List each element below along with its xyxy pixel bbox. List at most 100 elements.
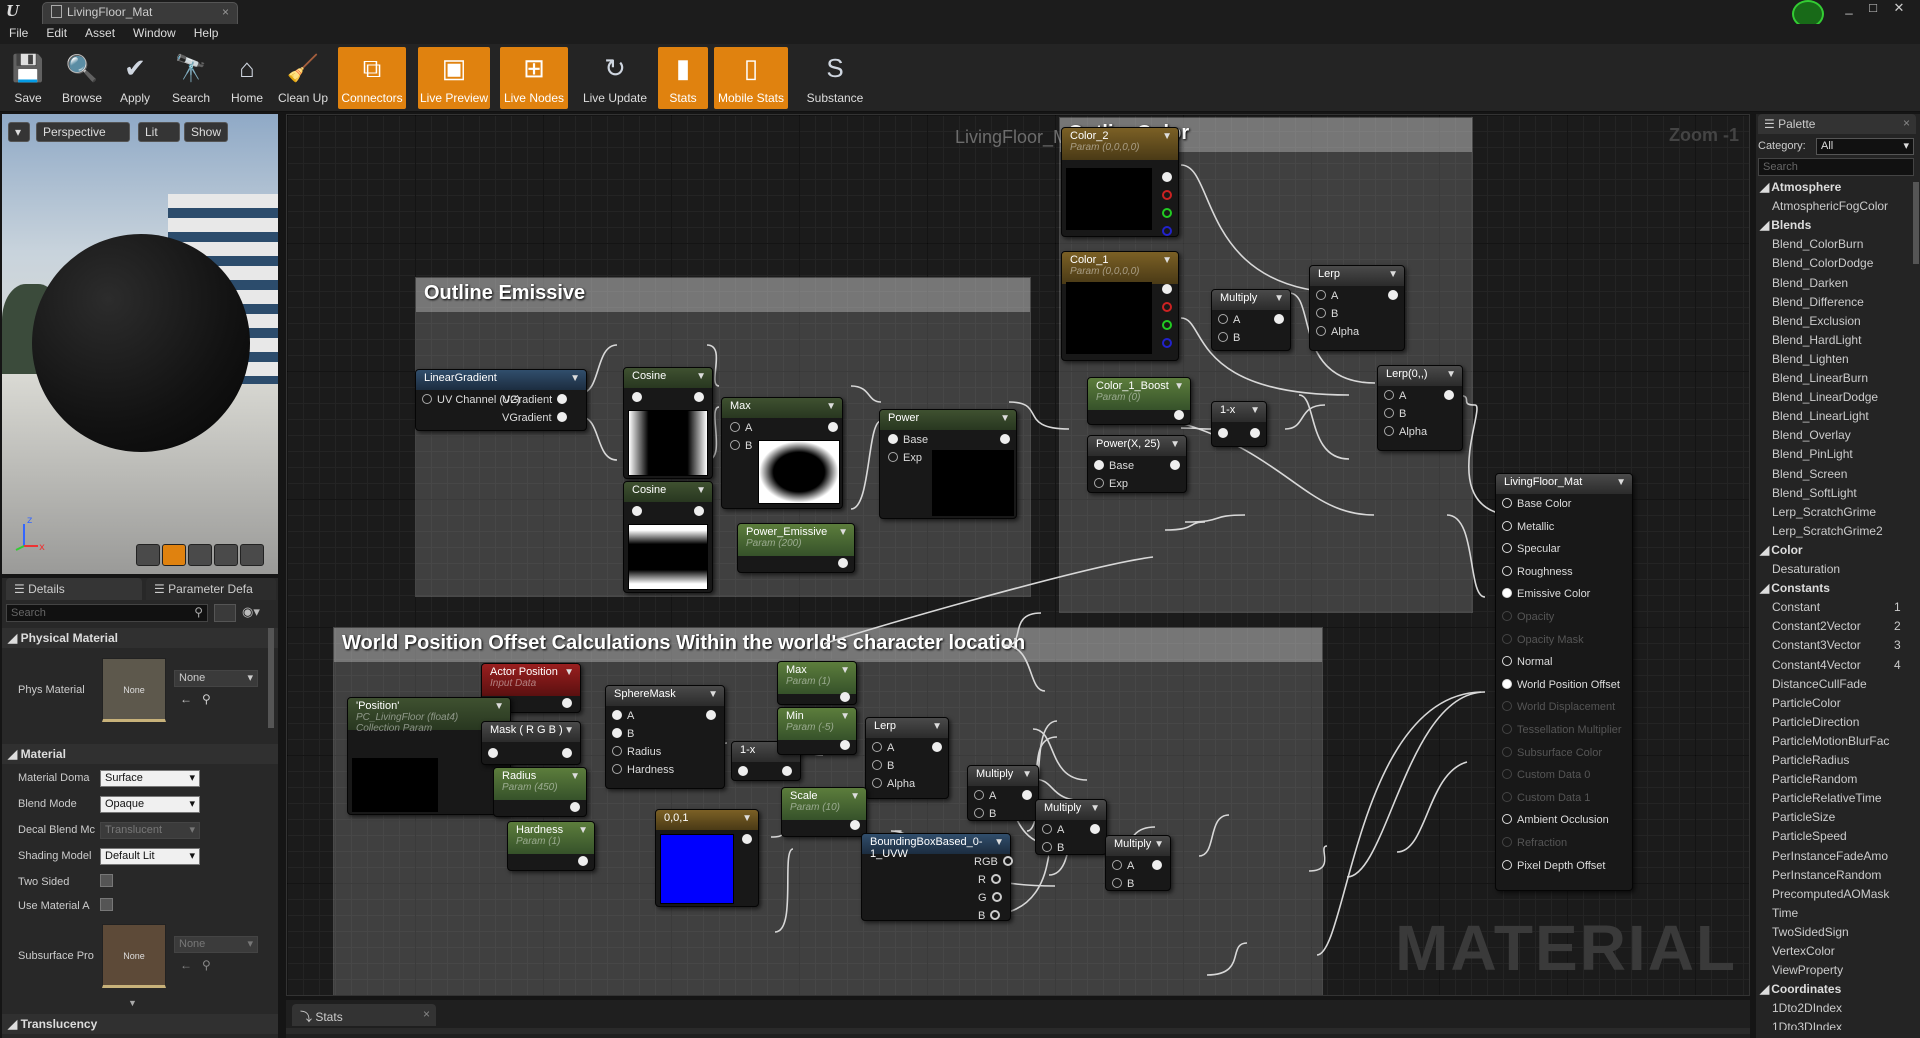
pin-a[interactable]: A xyxy=(1384,390,1406,402)
collapse-chevron-icon[interactable]: ▼ xyxy=(1090,803,1100,814)
result-pin[interactable]: Roughness xyxy=(1502,565,1573,578)
pin-dot-icon[interactable] xyxy=(1316,290,1326,300)
result-pin[interactable]: Pixel Depth Offset xyxy=(1502,859,1605,872)
pin-dot-icon[interactable] xyxy=(1502,769,1512,780)
close-tab-icon[interactable]: × xyxy=(222,5,229,19)
pin-dot-icon[interactable] xyxy=(1502,656,1512,667)
pin-dot-icon[interactable] xyxy=(1502,520,1512,531)
pin-exp[interactable]: Exp xyxy=(1094,478,1128,490)
pin-b[interactable]: B xyxy=(974,808,996,820)
palette-category[interactable]: ◢ Coordinates xyxy=(1760,982,1841,996)
use-selected-arrow-icon[interactable]: ← xyxy=(180,958,192,972)
menu-help[interactable]: Help xyxy=(185,24,228,42)
spheremask-node[interactable]: SphereMask ▼ A B Radius Hardness xyxy=(605,685,725,789)
pin-dot-icon[interactable] xyxy=(738,766,748,776)
palette-item[interactable]: ParticleDirection xyxy=(1772,715,1859,729)
pin-dot-icon[interactable] xyxy=(422,394,432,404)
mesh-preview-icon[interactable] xyxy=(240,544,264,566)
pin-radius[interactable]: Radius xyxy=(612,746,661,758)
pin-dot-icon[interactable] xyxy=(1152,860,1162,870)
pin-output[interactable] xyxy=(706,710,716,722)
pin-dot-icon[interactable] xyxy=(1162,226,1172,236)
palette-item[interactable]: Blend_Lighten xyxy=(1772,352,1849,366)
two-sided-checkbox[interactable] xyxy=(100,874,113,887)
pin-dot-icon[interactable] xyxy=(730,440,740,450)
blend-mode-dropdown[interactable]: Opaque xyxy=(100,796,200,813)
menu-file[interactable]: File xyxy=(0,24,37,42)
pin-output[interactable] xyxy=(840,692,850,704)
pin-dot-icon[interactable] xyxy=(840,692,850,702)
pin-dot-icon[interactable] xyxy=(1022,790,1032,800)
palette-item[interactable]: 1Dto3DIndex xyxy=(1772,1020,1842,1030)
collapse-chevron-icon[interactable]: ▼ xyxy=(742,813,752,824)
max-node-1[interactable]: Max ▼ A B xyxy=(721,397,843,509)
cube-preview-icon[interactable] xyxy=(214,544,238,566)
pin-output[interactable] xyxy=(694,506,704,518)
toolbar-clean-up-button[interactable]: 🧹 Clean Up xyxy=(274,47,332,109)
palette-item[interactable]: Constant2Vector xyxy=(1772,619,1861,633)
pin-output[interactable] xyxy=(570,802,580,814)
result-pin[interactable]: Custom Data 0 xyxy=(1502,769,1590,781)
palette-item[interactable]: Blend_Screen xyxy=(1772,467,1847,481)
pin-dot-icon[interactable] xyxy=(1384,390,1394,400)
pin-a[interactable]: A xyxy=(1042,824,1064,836)
pin-dot-icon[interactable] xyxy=(578,856,588,866)
palette-item[interactable]: Constant3Vector xyxy=(1772,638,1861,652)
const-001-node[interactable]: 0,0,1 ▼ xyxy=(655,809,759,907)
pin-dot-icon[interactable] xyxy=(1162,172,1172,182)
collapse-chevron-icon[interactable]: ▼ xyxy=(1162,255,1172,266)
collapse-chevron-icon[interactable]: ▼ xyxy=(696,485,706,496)
toolbar-search-button[interactable]: 🔭 Search xyxy=(166,47,216,109)
pin-b[interactable] xyxy=(1162,226,1172,238)
use-selected-arrow-icon[interactable]: ← xyxy=(180,692,192,706)
palette-item[interactable]: Blend_Overlay xyxy=(1772,428,1851,442)
pin-dot-icon[interactable] xyxy=(730,422,740,432)
pin-alpha[interactable]: Alpha xyxy=(872,778,915,790)
collapse-chevron-icon[interactable]: ▼ xyxy=(1000,413,1010,424)
pin-b[interactable]: B xyxy=(1218,332,1240,344)
pin-dot-icon[interactable] xyxy=(1502,701,1512,712)
palette-item[interactable]: Blend_ColorDodge xyxy=(1772,256,1873,270)
palette-item[interactable]: Blend_LinearLight xyxy=(1772,409,1869,423)
palette-item[interactable]: Blend_HardLight xyxy=(1772,333,1861,347)
multiply-node-2[interactable]: Multiply ▼ A B xyxy=(967,765,1039,821)
pin-a[interactable]: A xyxy=(1112,860,1134,872)
multiply-node-1[interactable]: Multiply ▼ A B xyxy=(1211,289,1291,351)
collapse-chevron-icon[interactable]: ▼ xyxy=(1388,269,1398,280)
pin-dot-icon[interactable] xyxy=(990,910,1001,920)
pin-alpha[interactable]: Alpha xyxy=(1316,326,1359,338)
max-node-2[interactable]: Max Param (1) ▼ xyxy=(777,661,857,705)
pin-dot-icon[interactable] xyxy=(840,740,850,750)
pin-dot-icon[interactable] xyxy=(1042,824,1052,834)
pin-dot-icon[interactable] xyxy=(632,506,642,516)
pin-output[interactable] xyxy=(840,740,850,752)
palette-item[interactable]: ParticleColor xyxy=(1772,696,1841,710)
pin-input[interactable] xyxy=(632,506,642,518)
pin-dot-icon[interactable] xyxy=(1502,746,1512,757)
material-domain-dropdown[interactable]: Surface xyxy=(100,770,200,787)
pin-output[interactable] xyxy=(1170,460,1180,472)
menu-edit[interactable]: Edit xyxy=(37,24,76,42)
collapse-chevron-icon[interactable]: ▼ xyxy=(1154,839,1164,850)
pin-output[interactable] xyxy=(562,748,572,760)
pin-dot-icon[interactable] xyxy=(1112,860,1122,870)
phys-material-dropdown[interactable]: None xyxy=(174,670,258,687)
cosine-node-1[interactable]: Cosine ▼ xyxy=(623,367,713,479)
pin-dot-icon[interactable] xyxy=(612,710,622,720)
palette-item[interactable]: PerInstanceFadeAmo xyxy=(1772,849,1888,863)
pin-exp[interactable]: Exp xyxy=(888,452,922,464)
collapse-chevron-icon[interactable]: ▼ xyxy=(564,725,574,736)
stats-tab[interactable]: ⤵ Stats × xyxy=(292,1004,436,1026)
pin-dot-icon[interactable] xyxy=(1384,408,1394,418)
result-pin[interactable]: Normal xyxy=(1502,656,1552,668)
tab-parameter-defaults[interactable]: ☰ Parameter Defa xyxy=(146,578,276,600)
multiply-node-3[interactable]: Multiply ▼ A B xyxy=(1035,799,1107,855)
toolbar-live-nodes-button[interactable]: ⊞ Live Nodes xyxy=(500,47,568,109)
pin-a[interactable]: A xyxy=(974,790,996,802)
viewport-menu-button[interactable]: ▾ xyxy=(8,122,30,142)
collapse-chevron-icon[interactable]: ▼ xyxy=(1274,293,1284,304)
color1-node[interactable]: Color_1 Param (0,0,0,0) ▼ xyxy=(1061,251,1179,361)
pin-dot-icon[interactable] xyxy=(1162,208,1172,218)
pin-base[interactable]: Base xyxy=(888,434,928,446)
result-node[interactable]: LivingFloor_Mat ▼ Base Color Metallic Specul… xyxy=(1495,473,1633,891)
